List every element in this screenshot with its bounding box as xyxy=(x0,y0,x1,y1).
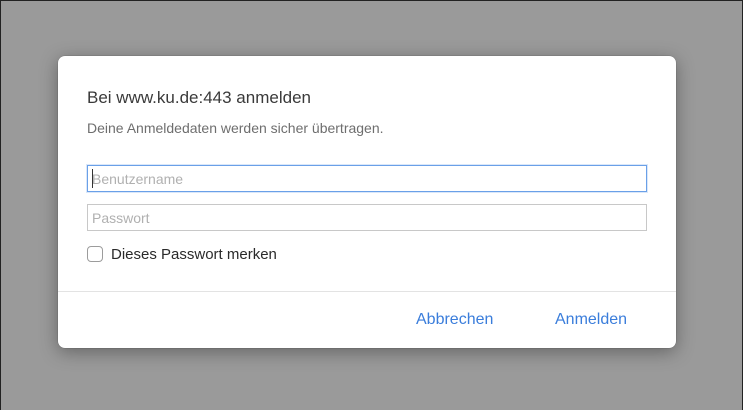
dialog-subtitle: Deine Anmeldedaten werden sicher übertra… xyxy=(87,120,384,136)
login-dialog: Bei www.ku.de:443 anmelden Deine Anmelde… xyxy=(58,56,676,348)
dialog-title: Bei www.ku.de:443 anmelden xyxy=(87,88,311,107)
cancel-button[interactable]: Abbrechen xyxy=(416,311,493,329)
remember-password-option[interactable]: Dieses Passwort merken xyxy=(87,243,277,265)
remember-password-checkbox[interactable] xyxy=(87,246,103,262)
username-field[interactable] xyxy=(87,165,647,192)
password-field[interactable] xyxy=(87,204,647,231)
remember-password-label: Dieses Passwort merken xyxy=(111,245,277,263)
login-button[interactable]: Anmelden xyxy=(555,311,627,329)
text-caret xyxy=(92,169,93,188)
footer-divider xyxy=(58,291,676,292)
